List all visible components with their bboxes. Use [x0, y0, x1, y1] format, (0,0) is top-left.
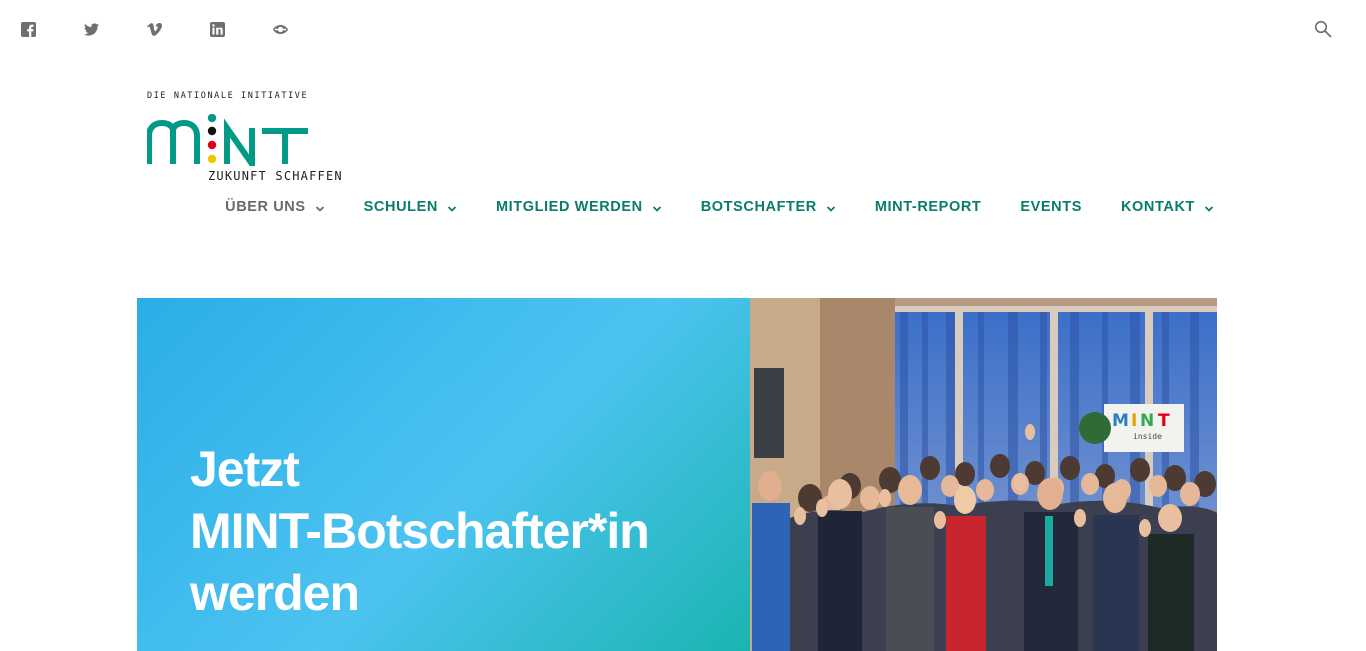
svg-text:N: N	[1140, 411, 1154, 431]
site-logo[interactable]: DIE NATIONALE INITIATIVE ZUKUNFT SCHAFFE…	[146, 90, 372, 186]
hero-text-panel: Jetzt MINT-Botschafter*in werden	[137, 298, 750, 651]
chevron-down-icon	[1204, 202, 1214, 212]
nav-item-botschafter[interactable]: BOTSCHAFTER	[701, 199, 836, 215]
nav-item-mint-report[interactable]: MINT-REPORT	[875, 199, 982, 215]
issuu-icon[interactable]	[272, 20, 288, 38]
hero-title-line: MINT-Botschafter*in	[190, 503, 650, 559]
svg-text:M: M	[1112, 411, 1129, 431]
hero-title: Jetzt MINT-Botschafter*in werden	[190, 438, 650, 624]
logo-wordmark	[146, 113, 312, 174]
nav-item-label: MITGLIED WERDEN	[495, 199, 643, 215]
linkedin-icon[interactable]	[209, 20, 225, 38]
hero-group-photo: M I N T inside	[750, 298, 1217, 651]
svg-text:T: T	[1158, 411, 1170, 431]
nav-item-label: SCHULEN	[363, 199, 438, 215]
svg-text:I: I	[1131, 411, 1137, 431]
nav-item-kontakt[interactable]: KONTAKT	[1121, 199, 1214, 215]
nav-item-schulen[interactable]: SCHULEN	[364, 199, 457, 215]
nav-item-mitglied-werden[interactable]: MITGLIED WERDEN	[496, 199, 662, 215]
chevron-down-icon	[652, 202, 662, 212]
nav-item-label: KONTAKT	[1120, 199, 1195, 215]
chevron-down-icon	[447, 202, 457, 212]
logo-tagline: DIE NATIONALE INITIATIVE	[147, 91, 309, 101]
hero-banner[interactable]: Jetzt MINT-Botschafter*in werden M I N T…	[137, 298, 1217, 651]
nav-item-label: BOTSCHAFTER	[700, 199, 817, 215]
chevron-down-icon	[826, 202, 836, 212]
nav-item-ueber-uns[interactable]: ÜBER UNS	[225, 199, 325, 215]
hero-title-line: werden	[190, 565, 360, 621]
facebook-icon[interactable]	[20, 20, 36, 38]
nav-item-label: ÜBER UNS	[225, 199, 306, 215]
twitter-icon[interactable]	[83, 20, 99, 38]
hero-title-line: Jetzt	[190, 441, 300, 497]
social-bar	[20, 20, 335, 38]
nav-item-events[interactable]: EVENTS	[1020, 199, 1082, 215]
search-icon[interactable]	[1314, 20, 1332, 38]
nav-item-label: MINT-REPORT	[874, 199, 982, 215]
logo-subline: ZUKUNFT SCHAFFEN	[208, 169, 343, 183]
photo-sign-text: inside	[1133, 432, 1162, 441]
nav-item-label: EVENTS	[1020, 199, 1082, 215]
vimeo-icon[interactable]	[146, 20, 162, 38]
chevron-down-icon	[315, 202, 325, 212]
main-navigation: ÜBER UNS SCHULEN MITGLIED WERDEN BOTSCHA…	[186, 199, 1214, 215]
